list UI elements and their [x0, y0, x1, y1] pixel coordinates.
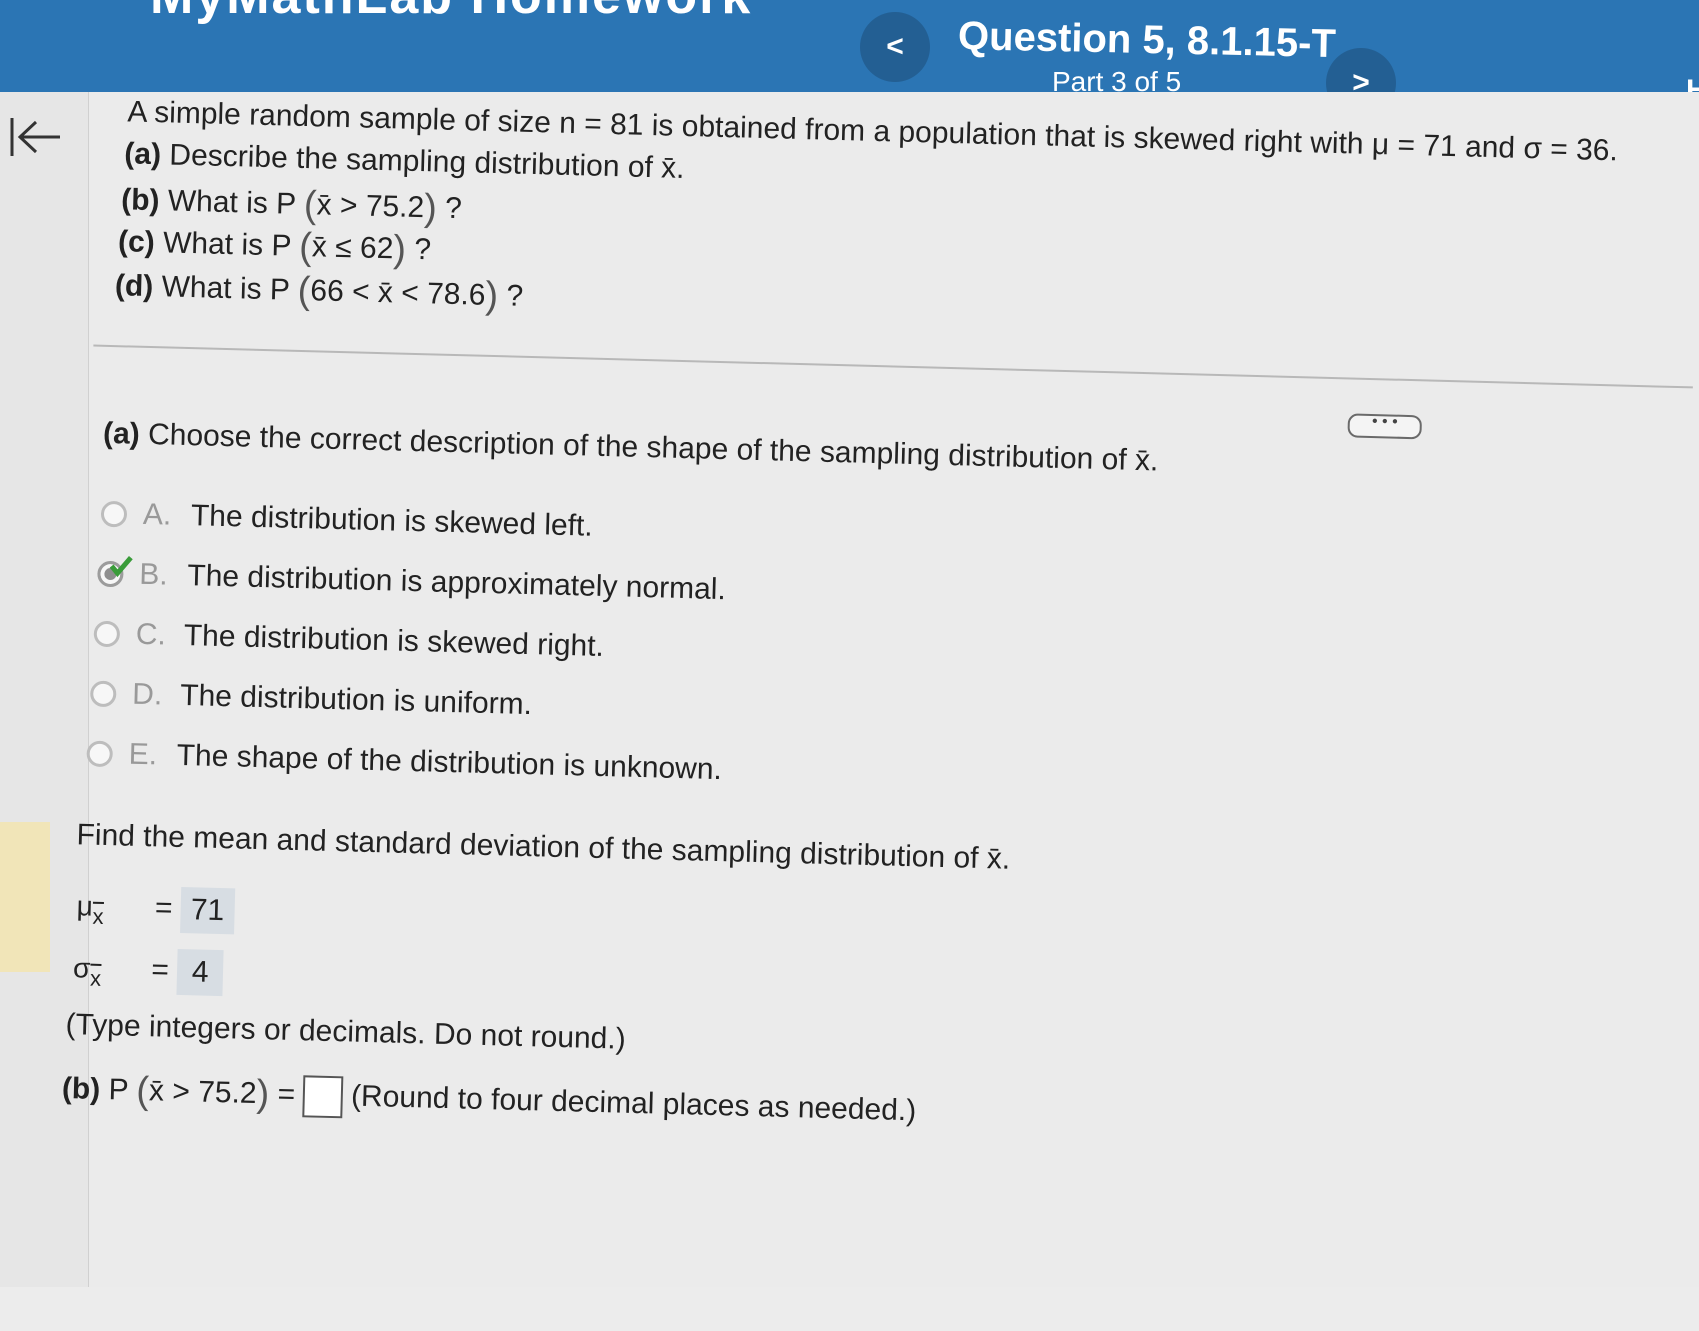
part-b-equals: = — [277, 1077, 296, 1112]
part-d-text: What is P — [161, 270, 290, 307]
part-b-answer-label: (b) — [61, 1071, 101, 1106]
part-b-label: (b) — [120, 183, 160, 218]
sigma-symbol: σx — [72, 952, 102, 991]
part-a-prompt-text: Choose the correct description of the sh… — [147, 417, 1159, 478]
question-mark: ? — [413, 232, 432, 267]
sd-row: σx = 4 — [72, 946, 224, 997]
part-b-row: (b) P (x̄ > 75.2) = (Round to four decima… — [61, 1068, 917, 1133]
mean-answer-field[interactable]: 71 — [180, 887, 235, 935]
part-a-prompt-label: (a) — [102, 416, 141, 451]
sd-equals: = — [150, 953, 170, 987]
brand-title: MyMathLab Homework — [150, 0, 752, 26]
option-c[interactable]: C. The distribution is skewed right. — [93, 617, 604, 664]
entry-hint: (Type integers or decimals. Do not round… — [65, 1008, 627, 1056]
option-d-radio[interactable] — [89, 680, 117, 708]
part-b-text: What is P — [167, 184, 297, 221]
paren-close: ) — [484, 274, 499, 318]
paren-close: ) — [423, 187, 438, 230]
part-c-label: (c) — [117, 225, 156, 260]
option-a-letter: A. — [142, 497, 172, 532]
problem-part-c: (c) What is P (x̄ ≤ 62) ? — [118, 221, 432, 272]
option-a-text: The distribution is skewed left. — [190, 499, 594, 543]
part-a-label: (a) — [123, 137, 162, 172]
part-b-answer-expr: x̄ > 75.2 — [148, 1074, 258, 1111]
paren-open: ( — [298, 225, 313, 269]
part-b-expr: x̄ > 75.2 — [316, 188, 425, 225]
option-d[interactable]: D. The distribution is uniform. — [89, 677, 533, 723]
chevron-left-icon: < — [886, 30, 904, 63]
option-c-letter: C. — [135, 617, 167, 652]
part-c-expr: x̄ ≤ 62 — [311, 230, 394, 266]
option-e[interactable]: E. The shape of the distribution is unkn… — [86, 737, 722, 788]
option-b-text: The distribution is approximately normal… — [186, 559, 727, 607]
option-e-letter: E. — [128, 737, 158, 772]
option-a[interactable]: A. The distribution is skewed left. — [100, 497, 594, 544]
sd-answer-field[interactable]: 4 — [176, 948, 224, 997]
option-c-text: The distribution is skewed right. — [183, 619, 605, 663]
previous-question-button[interactable]: < — [860, 12, 930, 82]
option-d-text: The distribution is uniform. — [179, 678, 533, 722]
part-d-label: (d) — [114, 269, 154, 304]
mu-symbol: μx — [76, 890, 104, 929]
option-c-radio[interactable] — [93, 620, 121, 648]
more-options-button[interactable]: • • • — [1347, 413, 1423, 440]
part-c-text: What is P — [162, 226, 292, 263]
question-content: A simple random sample of size n = 81 is… — [0, 92, 1699, 1287]
checkmark-icon — [109, 555, 133, 578]
probability-p: P — [108, 1073, 129, 1107]
question-mark: ? — [506, 279, 524, 313]
option-e-radio[interactable] — [86, 740, 114, 768]
part-a-prompt: (a) Choose the correct description of th… — [103, 417, 1159, 479]
problem-part-a: (a) Describe the sampling distribution o… — [124, 137, 685, 186]
part-b-answer-input[interactable] — [302, 1075, 344, 1119]
rounding-instruction: (Round to four decimal places as needed.… — [350, 1079, 917, 1128]
option-e-text: The shape of the distribution is unknown… — [176, 738, 723, 787]
section-divider — [93, 344, 1693, 389]
mean-equals: = — [154, 891, 173, 925]
option-b[interactable]: B. The distribution is approximately nor… — [97, 555, 727, 607]
part-d-expr: 66 < x̄ < 78.6 — [309, 274, 486, 312]
option-d-letter: D. — [131, 677, 163, 712]
paren-close: ) — [256, 1073, 270, 1116]
question-mark: ? — [444, 191, 463, 226]
paren-close: ) — [392, 228, 407, 271]
question-title: Question 5, 8.1.15-T — [957, 14, 1337, 66]
part-a-text: Describe the sampling distribution of x̄… — [168, 138, 685, 185]
problem-part-d: (d) What is P (66 < x̄ < 78.6) ? — [114, 265, 524, 319]
option-a-radio[interactable] — [100, 500, 128, 528]
option-b-radio[interactable] — [97, 555, 133, 588]
option-b-letter: B. — [138, 557, 169, 592]
mean-row: μx = 71 — [76, 884, 235, 935]
mean-sd-prompt: Find the mean and standard deviation of … — [76, 818, 1011, 876]
question-body: A simple random sample of size n = 81 is… — [0, 92, 1698, 1331]
